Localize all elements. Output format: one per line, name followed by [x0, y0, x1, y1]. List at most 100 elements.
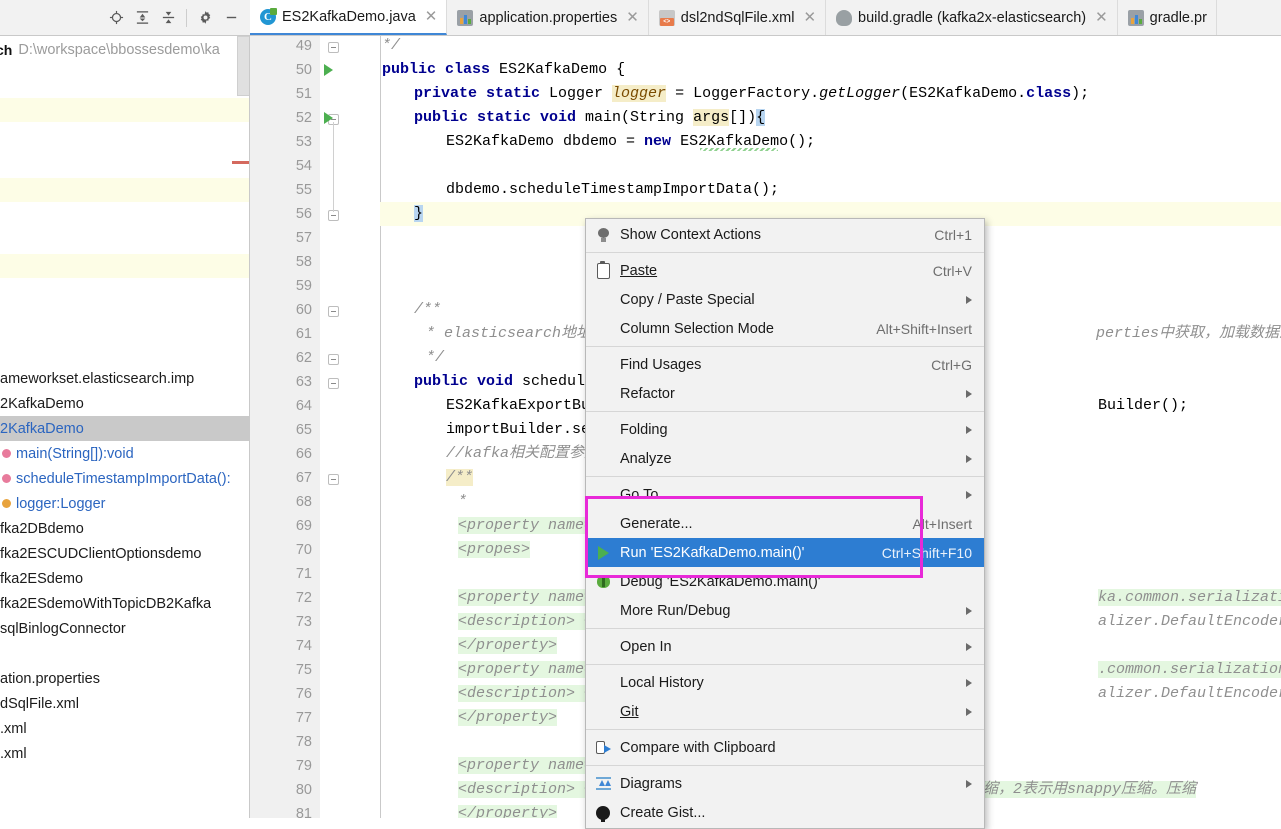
menu-item-find-usages[interactable]: Find Usages Ctrl+G [586, 350, 984, 379]
expand-all-icon[interactable] [129, 5, 155, 31]
list-item[interactable]: .xml [0, 741, 249, 766]
menu-item-generate[interactable]: Generate... Alt+Insert [586, 509, 984, 538]
list-item-selected[interactable]: 2KafkaDemo [0, 416, 249, 441]
hide-panel-icon[interactable] [218, 5, 244, 31]
list-item[interactable]: ameworkset.elasticsearch.imp [0, 366, 249, 391]
menu-item-local-history[interactable]: Local History [586, 668, 984, 697]
list-item[interactable]: fka2DBdemo [0, 516, 249, 541]
line-number: 75 [295, 662, 312, 678]
tab-close-icon[interactable]: ✕ [803, 10, 816, 25]
code-line-continuation: perties中获取，加载数据源配置和es [1096, 325, 1281, 342]
tab-es2kafkademo-java[interactable]: C ES2KafkaDemo.java ✕ [250, 0, 448, 35]
editor-fold-gutter[interactable] [320, 36, 380, 818]
list-item[interactable] [0, 641, 249, 666]
menu-icon-slot [586, 350, 620, 379]
menu-item-label: Open In [620, 638, 672, 655]
menu-item-git[interactable]: Git [586, 697, 984, 726]
menu-item-label: Debug 'ES2KafkaDemo.main()' [620, 573, 821, 590]
tab-build-gradle[interactable]: build.gradle (kafka2x-elasticsearch) ✕ [826, 0, 1118, 35]
locate-icon[interactable] [103, 5, 129, 31]
submenu-arrow-icon [966, 678, 972, 687]
list-item[interactable]: ation.properties [0, 666, 249, 691]
menu-item-open-in[interactable]: Open In [586, 632, 984, 661]
fold-marker-icon[interactable] [328, 306, 339, 317]
menu-item-create-gist[interactable]: Create Gist... [586, 798, 984, 827]
code-line: } [414, 205, 424, 222]
tab-dsl2ndsqlfile-xml[interactable]: dsl2ndSqlFile.xml ✕ [648, 0, 827, 35]
menu-icon-slot [586, 509, 620, 538]
menu-item-shortcut: Ctrl+V [932, 262, 972, 279]
tree-item-label: ation.properties [0, 670, 100, 687]
line-number: 59 [295, 278, 312, 294]
menu-item-shortcut: Ctrl+Shift+F10 [881, 544, 972, 561]
list-item[interactable]: sqlBinlogConnector [0, 616, 249, 641]
run-method-gutter-icon[interactable] [324, 112, 333, 124]
line-number: 67 [295, 470, 312, 486]
menu-item-go-to[interactable]: Go To [586, 480, 984, 509]
list-item[interactable]: dSqlFile.xml [0, 691, 249, 716]
menu-item-folding[interactable]: Folding [586, 415, 984, 444]
code-line-continuation: ka.common.serialization.String [1098, 586, 1281, 610]
tab-close-icon[interactable]: ✕ [1095, 10, 1108, 25]
line-number: 65 [295, 422, 312, 438]
menu-item-analyze[interactable]: Analyze [586, 444, 984, 473]
menu-item-debug-main[interactable]: Debug 'ES2KafkaDemo.main()' [586, 567, 984, 596]
gear-icon-svg [200, 11, 210, 24]
fold-region-line [333, 122, 334, 212]
collapse-all-icon[interactable] [155, 5, 181, 31]
menu-icon-slot [586, 668, 620, 697]
menu-item-run-main[interactable]: Run 'ES2KafkaDemo.main()' Ctrl+Shift+F10 [586, 538, 984, 567]
menu-item-compare-with-clipboard[interactable]: Compare with Clipboard [586, 733, 984, 762]
debug-bug-icon [586, 567, 620, 596]
gutter-divider [380, 36, 381, 818]
fold-marker-icon[interactable] [328, 354, 339, 365]
search-path-row[interactable]: ch D:\workspace\bbossesdemo\ka [0, 36, 249, 64]
settings-gear-icon[interactable] [192, 5, 218, 31]
list-item[interactable]: fka2ESdemoWithTopicDB2Kafka [0, 591, 249, 616]
line-number: 64 [295, 398, 312, 414]
list-item[interactable]: main(String[]):void [0, 441, 249, 466]
submenu-arrow-icon [966, 490, 972, 499]
menu-item-more-run-debug[interactable]: More Run/Debug [586, 596, 984, 625]
menu-item-refactor[interactable]: Refactor [586, 379, 984, 408]
java-class-icon: C [260, 7, 277, 25]
menu-icon-slot [586, 480, 620, 509]
menu-icon-slot [586, 632, 620, 661]
line-number: 50 [295, 62, 312, 78]
list-item[interactable]: scheduleTimestampImportData(): [0, 466, 249, 491]
menu-item-label: Run 'ES2KafkaDemo.main()' [620, 544, 805, 561]
tab-application-properties[interactable]: application.properties ✕ [447, 0, 649, 35]
tab-close-icon[interactable]: ✕ [626, 10, 639, 25]
tab-gradle-properties[interactable]: gradle.pr [1117, 0, 1217, 35]
tab-label: ES2KafkaDemo.java [282, 8, 416, 25]
tab-close-icon[interactable]: ✕ [425, 9, 438, 24]
menu-item-copy-paste-special[interactable]: Copy / Paste Special [586, 285, 984, 314]
line-number: 80 [295, 782, 312, 798]
menu-item-column-selection-mode[interactable]: Column Selection Mode Alt+Shift+Insert [586, 314, 984, 343]
list-item[interactable]: 2KafkaDemo [0, 391, 249, 416]
submenu-arrow-icon [966, 425, 972, 434]
menu-item-show-context-actions[interactable]: Show Context Actions Ctrl+1 [586, 220, 984, 249]
properties-file-icon [1127, 9, 1144, 26]
list-item[interactable]: fka2ESCUDClientOptionsdemo [0, 541, 249, 566]
menu-item-diagrams[interactable]: Diagrams [586, 769, 984, 798]
code-line: /** [414, 301, 442, 318]
list-item[interactable]: .xml [0, 716, 249, 741]
fold-marker-icon[interactable] [328, 378, 339, 389]
toolbar-divider [186, 8, 187, 27]
list-item[interactable]: fka2ESdemo [0, 566, 249, 591]
lightbulb-icon [586, 220, 620, 249]
editor-context-menu[interactable]: Show Context Actions Ctrl+1 Paste Ctrl+V… [585, 218, 985, 829]
menu-item-label: Show Context Actions [620, 226, 762, 243]
line-number: 68 [295, 494, 312, 510]
fold-marker-icon[interactable] [328, 474, 339, 485]
menu-item-paste[interactable]: Paste Ctrl+V [586, 256, 984, 285]
list-item[interactable]: logger:Logger [0, 491, 249, 516]
run-class-gutter-icon[interactable] [324, 64, 333, 76]
diagrams-icon [586, 769, 620, 798]
tab-label: gradle.pr [1149, 9, 1207, 26]
submenu-arrow-icon [966, 454, 972, 463]
panel-scrollbar-thumb[interactable] [237, 36, 249, 96]
fold-marker-icon[interactable] [328, 42, 339, 53]
code-line: <description> <! [458, 613, 603, 630]
